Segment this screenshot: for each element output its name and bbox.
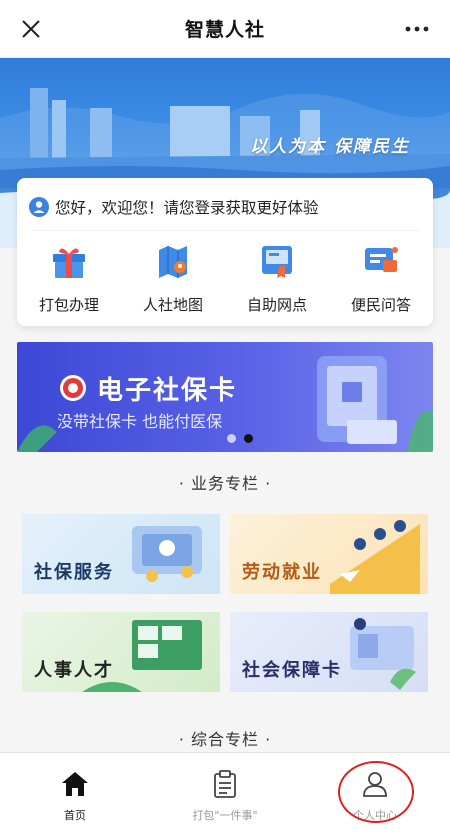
tile-social-security[interactable]: 社保服务 xyxy=(22,514,220,594)
ecard-title: 电子社保卡 xyxy=(97,376,238,406)
tab-home[interactable]: 首页 xyxy=(0,753,150,834)
quick-link-package[interactable]: 打包办理 xyxy=(17,240,121,315)
quick-link-faq[interactable]: 便民问答 xyxy=(329,240,433,315)
carousel-dot-active[interactable] xyxy=(244,434,253,443)
user-circle-icon xyxy=(29,197,49,217)
quick-links: 打包办理 人社地图 自助网点 便民问答 xyxy=(17,240,433,315)
login-prompt[interactable]: 您好，欢迎您！请您登录获取更好体验 xyxy=(29,196,319,218)
section-title-integrated: · 综合专栏 · xyxy=(178,730,272,749)
top-navbar: 智慧人社 xyxy=(0,0,450,58)
quick-link-kiosk[interactable]: 自助网点 xyxy=(225,240,329,315)
page-title: 智慧人社 xyxy=(184,19,265,41)
carousel-dot[interactable] xyxy=(227,434,236,443)
gift-icon xyxy=(53,248,85,278)
tab-package-one-thing[interactable]: 打包"一件事" xyxy=(150,753,300,834)
chat-icon xyxy=(365,247,398,272)
tile-social-security-card[interactable]: 社会保障卡 xyxy=(230,612,428,692)
close-icon[interactable] xyxy=(16,14,46,44)
home-icon xyxy=(62,772,88,796)
quick-link-map[interactable]: 人社地图 xyxy=(121,240,225,315)
highlight-circle xyxy=(338,761,414,823)
map-icon xyxy=(159,246,187,278)
hero-slogan: 以人为本 保障民生 xyxy=(250,137,410,157)
ecard-banner[interactable]: 电子社保卡 没带社保卡 也能付医保 xyxy=(17,342,433,452)
carousel-dots[interactable] xyxy=(227,434,253,443)
divider xyxy=(31,230,419,231)
tile-employment[interactable]: 劳动就业 xyxy=(230,514,428,594)
welcome-text: 您好，欢迎您！请您登录获取更好体验 xyxy=(55,199,319,217)
kiosk-icon xyxy=(262,246,292,278)
section-title-business: · 业务专栏 · xyxy=(178,474,272,493)
tile-personnel[interactable]: 人事人才 xyxy=(22,612,220,692)
more-icon[interactable] xyxy=(400,14,434,44)
ecard-subtitle: 没带社保卡 也能付医保 xyxy=(57,412,223,431)
welcome-card: 您好，欢迎您！请您登录获取更好体验 打包办理 人社地图 自助网点 便民问答 xyxy=(17,178,433,326)
clipboard-icon xyxy=(214,770,236,798)
